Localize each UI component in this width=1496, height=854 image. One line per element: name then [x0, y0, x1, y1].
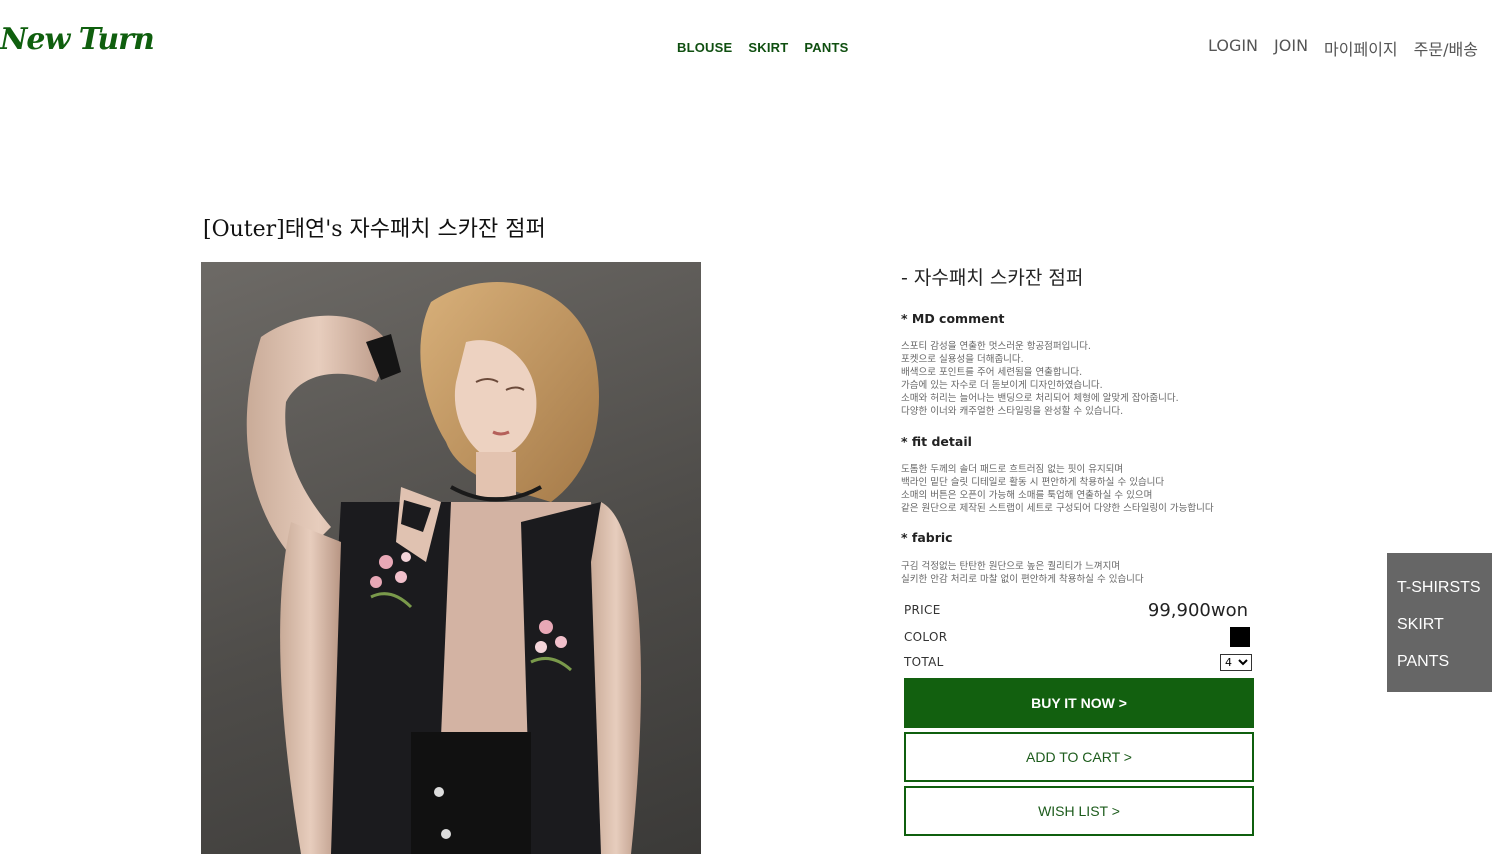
side-menu-item-pants[interactable]: PANTS — [1397, 653, 1492, 690]
quantity-select[interactable]: 4 — [1220, 653, 1252, 671]
wish-list-button[interactable]: WISH LIST > — [904, 786, 1254, 836]
fabric-text: 구김 걱정없는 탄탄한 원단으로 높은 퀄리티가 느껴지며 실키한 안감 처리로… — [901, 560, 1144, 586]
join-link[interactable]: JOIN — [1274, 36, 1308, 60]
nav-item-skirt[interactable]: SKIRT — [748, 40, 788, 55]
main-nav: BLOUSE SKIRT PANTS — [677, 40, 848, 55]
add-to-cart-button[interactable]: ADD TO CART > — [904, 732, 1254, 782]
floating-side-menu: T-SHIRSTS SKIRT PANTS — [1387, 553, 1492, 692]
product-subtitle: - 자수패치 스카잔 점퍼 — [901, 267, 1084, 289]
side-menu-item-skirt[interactable]: SKIRT — [1397, 616, 1492, 653]
product-photo — [201, 262, 701, 854]
fit-detail-heading: * fit detail — [901, 434, 972, 449]
md-comment-line: 다양한 이너와 캐주얼한 스타일링을 완성할 수 있습니다. — [901, 406, 1124, 417]
price-row: PRICE 99,900won — [904, 599, 1252, 621]
md-comment-line: 배색으로 포인트를 주어 세련됨을 연출합니다. — [901, 367, 1083, 378]
color-row: COLOR — [904, 626, 1252, 648]
color-swatch-black[interactable] — [1230, 627, 1250, 647]
fit-detail-text: 도톰한 두께의 솔더 패드로 흐트러짐 없는 핏이 유지되며 백라인 밑단 슬릿… — [901, 463, 1214, 515]
md-comment-line: 소매와 허리는 늘어나는 밴딩으로 처리되어 체형에 알맞게 잡아줍니다. — [901, 393, 1179, 404]
nav-item-pants[interactable]: PANTS — [804, 40, 848, 55]
order-delivery-link[interactable]: 주문/배송 — [1414, 36, 1478, 60]
md-comment-line: 스포티 감성을 연출한 멋스러운 항공점퍼입니다. — [901, 341, 1091, 352]
fabric-line: 구김 걱정없는 탄탄한 원단으로 높은 퀄리티가 느껴지며 — [901, 561, 1121, 572]
fabric-heading: * fabric — [901, 530, 953, 545]
total-row: TOTAL 4 — [904, 651, 1252, 673]
price-label: PRICE — [904, 603, 941, 617]
login-link[interactable]: LOGIN — [1208, 36, 1258, 60]
side-menu-item-tshirts[interactable]: T-SHIRSTS — [1397, 579, 1492, 616]
md-comment-text: 스포티 감성을 연출한 멋스러운 항공점퍼입니다. 포켓으로 실용성을 더해줍니… — [901, 340, 1179, 418]
mypage-link[interactable]: 마이페이지 — [1324, 36, 1398, 60]
fit-detail-line: 백라인 밑단 슬릿 디테일로 활동 시 편안하게 착용하실 수 있습니다 — [901, 477, 1165, 488]
product-photo-illustration — [246, 282, 641, 854]
md-comment-line: 가슴에 있는 자수로 더 돋보이게 디자인하였습니다. — [901, 380, 1103, 391]
fit-detail-line: 도톰한 두께의 솔더 패드로 흐트러짐 없는 핏이 유지되며 — [901, 464, 1124, 475]
nav-item-blouse[interactable]: BLOUSE — [677, 40, 732, 55]
total-label: TOTAL — [904, 655, 944, 669]
product-title: [Outer]태연's 자수패치 스카잔 점퍼 — [203, 217, 546, 242]
fabric-line: 실키한 안감 처리로 마찰 없이 편안하게 착용하실 수 있습니다 — [901, 574, 1144, 585]
site-logo[interactable]: New Turn — [0, 22, 155, 57]
fit-detail-line: 같은 원단으로 제작된 스트랩이 세트로 구성되어 다양한 스타일링이 가능합니… — [901, 503, 1214, 514]
buy-now-button[interactable]: BUY IT NOW > — [904, 678, 1254, 728]
price-value: 99,900won — [1147, 599, 1248, 621]
color-label: COLOR — [904, 630, 948, 644]
user-nav: LOGIN JOIN 마이페이지 주문/배송 — [1208, 36, 1478, 60]
md-comment-heading: * MD comment — [901, 311, 1005, 326]
fit-detail-line: 소매의 버튼은 오픈이 가능해 소매를 툭업해 연출하실 수 있으며 — [901, 490, 1153, 501]
md-comment-line: 포켓으로 실용성을 더해줍니다. — [901, 354, 1024, 365]
